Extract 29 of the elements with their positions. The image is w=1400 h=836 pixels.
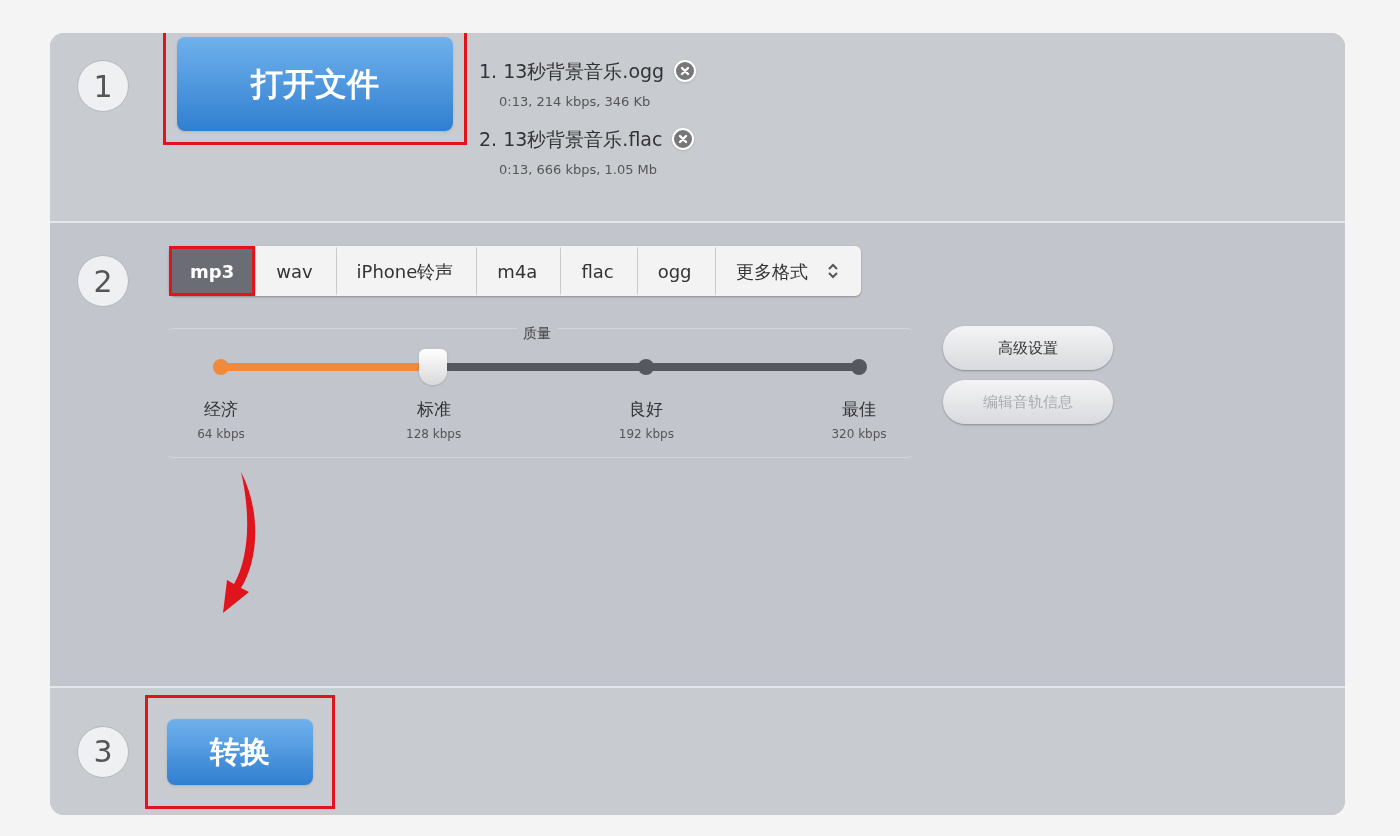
bitrate-label: 128 kbps [406, 425, 462, 443]
format-dropdown[interactable]: 更多格式 [715, 249, 858, 293]
file-name: 1. 13秒背景音乐.ogg [479, 59, 665, 84]
quality-option: 最佳 [842, 397, 876, 423]
format-tab[interactable]: flac [561, 249, 634, 293]
file-info: 0:13, 214 kbps, 346 Kb [498, 92, 652, 111]
quality-option: 经济 [204, 397, 238, 423]
format-tab[interactable]: mp3 [172, 249, 253, 293]
slider-thumb[interactable] [419, 349, 448, 385]
bitrate-label: 64 kbps [197, 425, 245, 443]
remove-icon[interactable] [674, 60, 697, 83]
up-down-icon [827, 263, 838, 279]
format-tab[interactable]: m4a [477, 249, 558, 293]
step-number: 1 [77, 60, 129, 112]
advanced-settings-button[interactable]: 高级设置 [943, 326, 1113, 370]
file-name: 2. 13秒背景音乐.flac [479, 127, 663, 152]
step-number: 2 [77, 255, 129, 307]
bitrate-label: 320 kbps [831, 425, 887, 443]
quality-option: 良好 [629, 397, 664, 423]
format-tab[interactable]: iPhone铃声 [336, 249, 474, 293]
remove-icon[interactable] [672, 128, 695, 151]
step-number: 3 [77, 725, 129, 778]
slider-stop [851, 359, 867, 375]
slider-stop [213, 359, 229, 375]
format-tab[interactable]: ogg [637, 249, 712, 293]
file-info: 0:13, 666 kbps, 1.05 Mb [498, 160, 659, 179]
bitrate-label: 192 kbps [618, 425, 674, 443]
format-tab[interactable]: wav [256, 249, 333, 293]
quality-option: 标准 [416, 397, 451, 423]
